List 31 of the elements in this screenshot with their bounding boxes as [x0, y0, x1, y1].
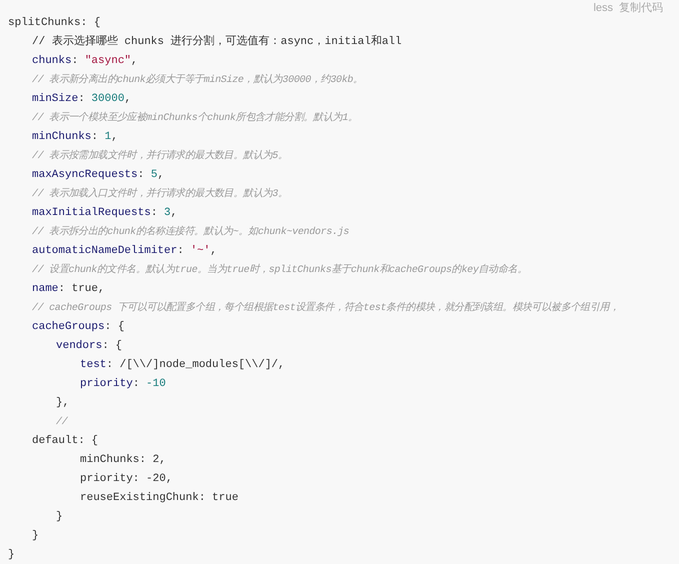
code-comment: // 表示拆分出的chunk的名称连接符。默认为~。如chunk~vendors.js: [32, 224, 350, 240]
code-comment: // 表示新分离出的chunk必须大于等于minSize，默认为30000，约30kb。: [32, 72, 363, 88]
code-line: default: {: [32, 434, 98, 449]
code-line: }: [8, 548, 15, 563]
code-line: test: /[\\/]node_modules[\\/]/,: [80, 358, 285, 373]
code-line: name: true,: [32, 282, 105, 297]
copy-code-button[interactable]: 复制代码: [619, 1, 663, 14]
code-line: splitChunks: {: [8, 16, 100, 31]
code-line: automaticNameDelimiter: '~',: [32, 244, 217, 259]
code-line: }: [56, 510, 63, 525]
code-comment: // cacheGroups 下可以可以配置多个组，每个组根据test设置条件，符合test条件的模块，就分配到该组。模块可以被多个组引用，: [32, 300, 620, 316]
code-line: minChunks: 1,: [32, 130, 118, 145]
code-line: minChunks: 2,: [80, 453, 166, 468]
code-comment: // 表示按需加载文件时，并行请求的最大数目。默认为5。: [32, 148, 288, 164]
code-line: cacheGroups: {: [32, 320, 124, 335]
code-comment: // 表示一个模块至少应被minChunks个chunk所包含才能分割。默认为1。: [32, 110, 358, 126]
code-line: vendors: {: [56, 339, 122, 354]
code-line: minSize: 30000,: [32, 92, 132, 107]
code-comment: //: [56, 416, 68, 430]
language-label: less: [593, 1, 613, 14]
code-line: // 表示选择哪些 chunks 进行分割，可选值有：async，initial和all: [32, 34, 402, 50]
code-line: chunks: "async",: [32, 54, 138, 69]
code-line: reuseExistingChunk: true: [80, 491, 238, 506]
code-line: },: [56, 396, 70, 411]
code-line: }: [32, 529, 39, 544]
code-line: maxAsyncRequests: 5,: [32, 168, 164, 183]
code-comment: // 表示加载入口文件时，并行请求的最大数目。默认为3。: [32, 186, 288, 202]
code-line: maxInitialRequests: 3,: [32, 206, 178, 221]
code-line: priority: -10: [80, 377, 166, 392]
code-line: priority: -20,: [80, 472, 172, 487]
code-comment: // 设置chunk的文件名。默认为true。当为true时，splitChunks基于chunk和cacheGroups的key自动命名。: [32, 262, 528, 278]
